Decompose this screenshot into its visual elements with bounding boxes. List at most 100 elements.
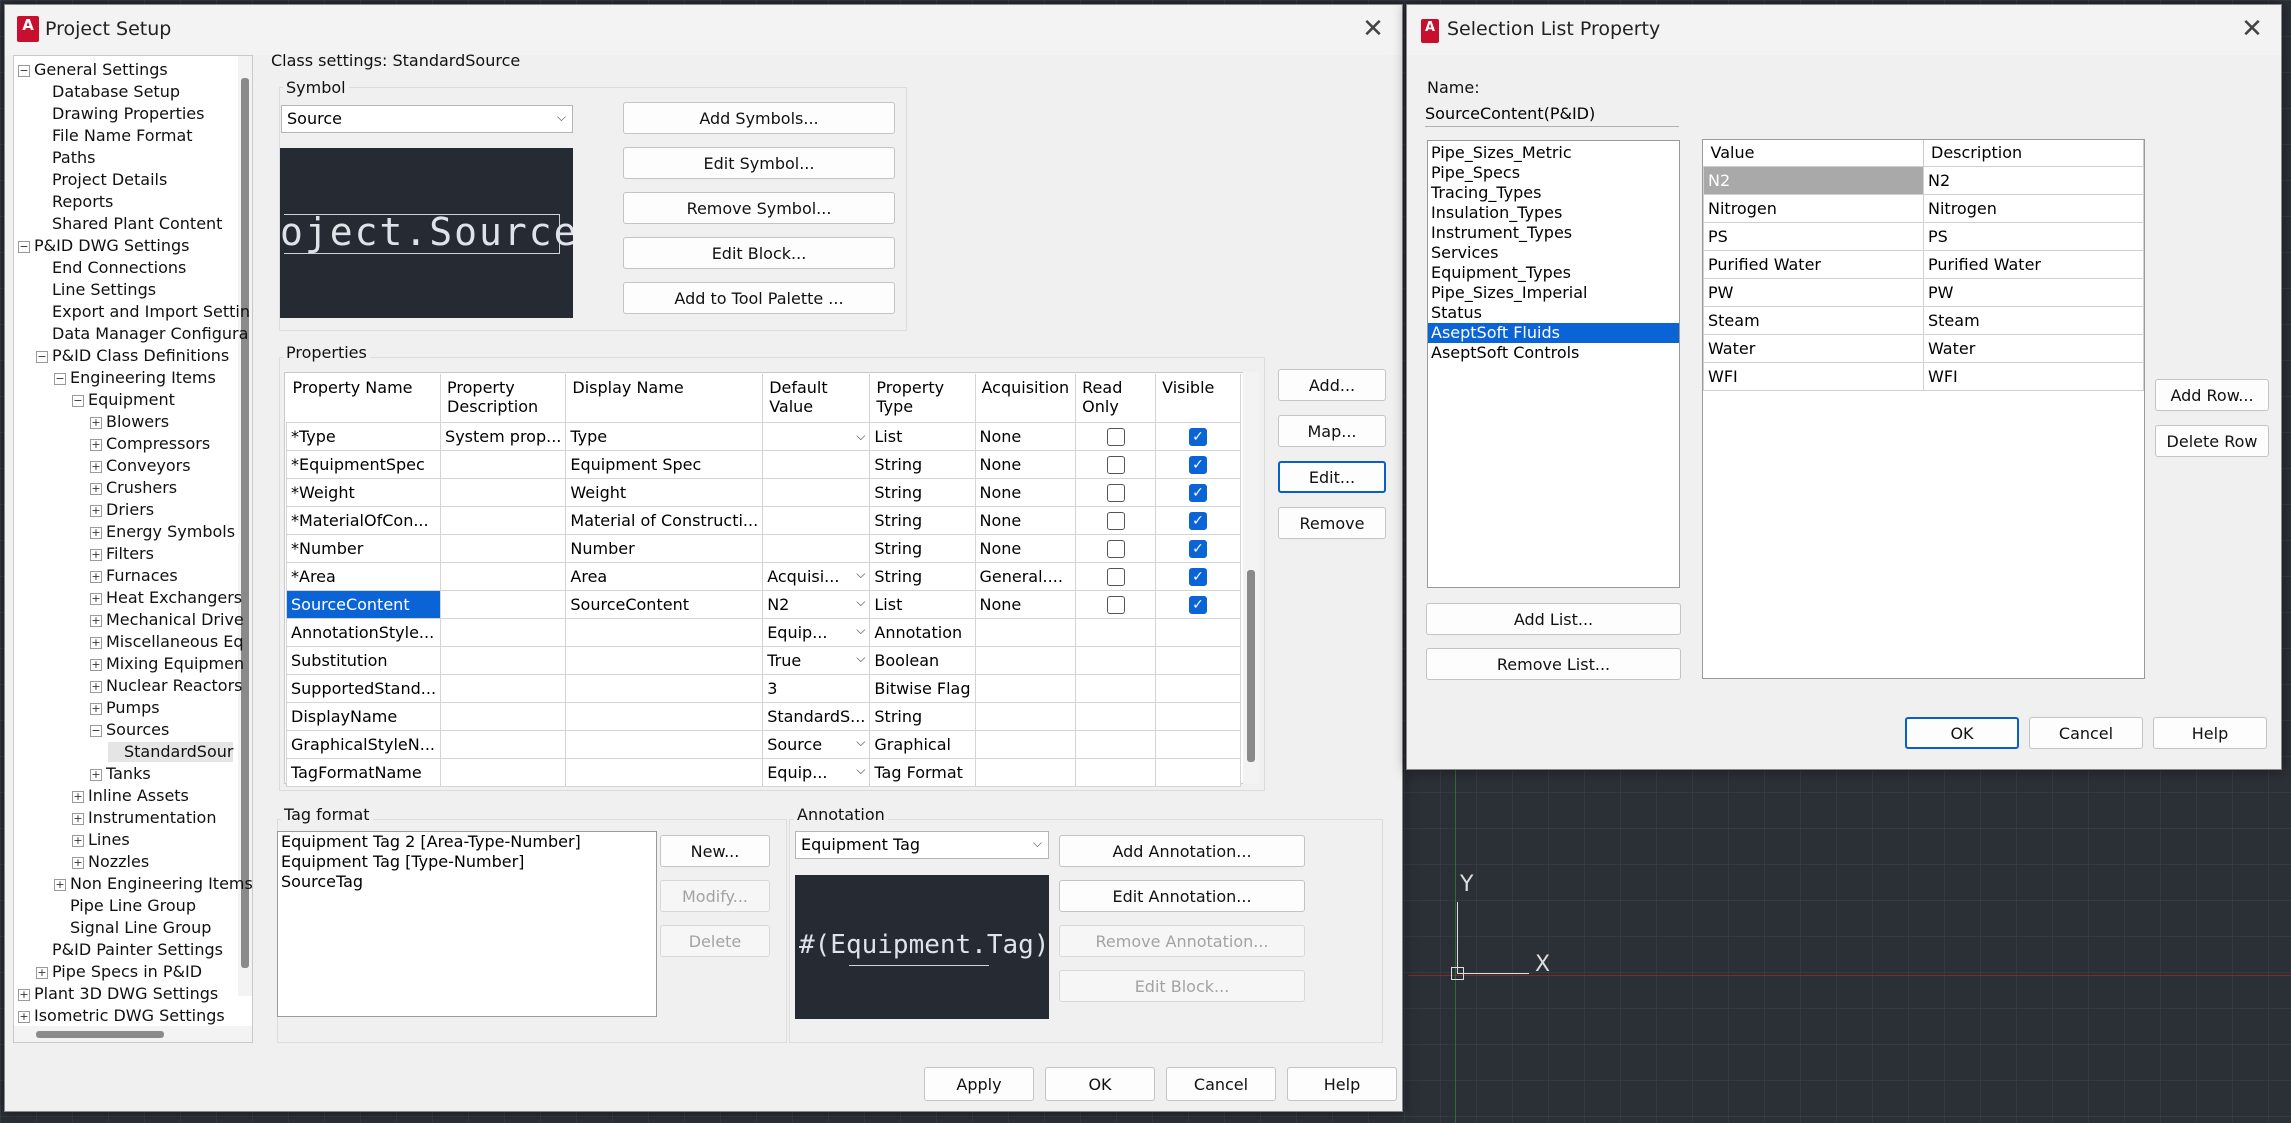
tree-item-shared-plant-content[interactable]: Shared Plant Content [36, 214, 222, 234]
expand-icon[interactable]: + [90, 483, 102, 495]
tree-item-database-setup[interactable]: Database Setup [36, 82, 180, 102]
read-only-checkbox[interactable] [1106, 483, 1125, 502]
settings-tree[interactable]: − General Settings Database Setup Drawing P… [13, 55, 253, 1043]
list-item-services[interactable]: Services [1428, 243, 1679, 263]
cell-default-value[interactable]: Source ⌵ [762, 729, 871, 759]
cell-visible[interactable] [1155, 645, 1241, 675]
cell-property-type[interactable]: String [869, 477, 976, 507]
cell-description[interactable] [440, 533, 567, 563]
table-row[interactable]: Purified Water Purified Water [1703, 249, 2144, 279]
tree-item-p-id-dwg-settings[interactable]: − P&ID DWG Settings [18, 236, 190, 256]
cell-visible[interactable] [1155, 729, 1241, 759]
chevron-down-icon[interactable]: ⌵ [856, 623, 865, 638]
tree-item-export-and-import-settin[interactable]: Export and Import Settin [36, 302, 250, 322]
visible-checkbox[interactable]: ✓ [1189, 511, 1208, 530]
cell-property-name[interactable]: *Area [285, 561, 442, 591]
table-row[interactable]: *Number Number String None ✓ [285, 533, 1241, 563]
cell-default-value[interactable]: Equip... ⌵ [762, 617, 871, 647]
tree-item-paths[interactable]: Paths [36, 148, 95, 168]
cell-read-only[interactable] [1075, 533, 1157, 563]
expand-icon[interactable]: + [90, 527, 102, 539]
add-button[interactable]: Add... [1278, 369, 1386, 401]
cell-visible[interactable]: ✓ [1155, 533, 1241, 563]
cell-description[interactable]: N2 [1923, 165, 2144, 195]
map-button[interactable]: Map... [1278, 415, 1386, 447]
cell-value[interactable]: WFI [1703, 361, 1924, 391]
cell-acquisition[interactable]: None [974, 477, 1077, 507]
read-only-checkbox[interactable] [1106, 567, 1125, 586]
expand-icon[interactable]: + [72, 835, 84, 847]
tree-item-pumps[interactable]: + Pumps [90, 698, 160, 718]
cell-property-type[interactable]: Tag Format [869, 757, 976, 787]
expand-icon[interactable]: + [90, 637, 102, 649]
table-row[interactable]: SupportedStand... 3 Bitwise Flag [285, 673, 1241, 703]
cell-property-name[interactable]: SupportedStand... [285, 673, 442, 703]
cell-description[interactable] [440, 589, 567, 619]
cell-visible[interactable]: ✓ [1155, 505, 1241, 535]
cell-default-value[interactable]: True ⌵ [762, 645, 871, 675]
add-symbols-button[interactable]: Add Symbols... [623, 102, 895, 134]
tree-item-end-connections[interactable]: End Connections [36, 258, 186, 278]
cell-description[interactable] [440, 505, 567, 535]
cell-default-value[interactable]: 3 [762, 673, 871, 703]
annotation-dropdown[interactable]: Equipment Tag ⌵ [795, 831, 1049, 859]
cell-visible[interactable] [1155, 757, 1241, 787]
tree-item-instrumentation[interactable]: + Instrumentation [72, 808, 216, 828]
cell-visible[interactable]: ✓ [1155, 449, 1241, 479]
cell-read-only[interactable] [1075, 701, 1157, 731]
help-button[interactable]: Help [2153, 717, 2267, 749]
cell-description[interactable]: Purified Water [1923, 249, 2144, 279]
cell-property-name[interactable]: *EquipmentSpec [285, 449, 442, 479]
cell-value[interactable]: PW [1703, 277, 1924, 307]
cell-display-name[interactable] [565, 617, 764, 647]
tree-item-furnaces[interactable]: + Furnaces [90, 566, 178, 586]
remove-annotation-button[interactable]: Remove Annotation... [1059, 925, 1305, 957]
table-row[interactable]: *Area Area Acquisi... ⌵ String General.... ✓ [285, 561, 1241, 591]
table-row[interactable]: N2 N2 [1703, 165, 2144, 195]
edit-symbol-button[interactable]: Edit Symbol... [623, 147, 895, 179]
cell-property-type[interactable]: String [869, 505, 976, 535]
cell-visible[interactable]: ✓ [1155, 589, 1241, 619]
tree-item-pipe-specs-in-p-id[interactable]: + Pipe Specs in P&ID [36, 962, 202, 982]
tree-item-reports[interactable]: Reports [36, 192, 113, 212]
cell-visible[interactable]: ✓ [1155, 421, 1241, 451]
visible-checkbox[interactable]: ✓ [1189, 539, 1208, 558]
table-row[interactable]: AnnotationStyle... Equip... ⌵ Annotation [285, 617, 1241, 647]
expand-icon[interactable]: + [90, 659, 102, 671]
cell-property-name[interactable]: DisplayName [285, 701, 442, 731]
expand-icon[interactable]: + [72, 791, 84, 803]
expand-icon[interactable]: + [90, 769, 102, 781]
cell-display-name[interactable] [565, 729, 764, 759]
tree-item-tanks[interactable]: + Tanks [90, 764, 151, 784]
cell-acquisition[interactable] [974, 701, 1077, 731]
list-item-tracing-types[interactable]: Tracing_Types [1428, 183, 1679, 203]
cell-display-name[interactable]: Number [565, 533, 764, 563]
collapse-icon[interactable]: − [90, 725, 102, 737]
cell-default-value[interactable]: N2 ⌵ [762, 589, 871, 619]
tag-format-list[interactable]: Equipment Tag 2 [Area-Type-Number] Equipm… [277, 831, 657, 1017]
tree-item-general-settings[interactable]: − General Settings [18, 60, 168, 80]
selection-lists[interactable]: Pipe_Sizes_Metric Pipe_Specs Tracing_Types… [1427, 140, 1680, 588]
tree-item-signal-line-group[interactable]: Signal Line Group [54, 918, 211, 938]
cell-acquisition[interactable] [974, 757, 1077, 787]
cell-default-value[interactable] [762, 533, 871, 563]
list-item-pipe-sizes-metric[interactable]: Pipe_Sizes_Metric [1428, 143, 1679, 163]
tree-item-p-id-painter-settings[interactable]: P&ID Painter Settings [36, 940, 223, 960]
cell-description[interactable] [440, 617, 567, 647]
tree-item-nuclear-reactors[interactable]: + Nuclear Reactors [90, 676, 242, 696]
cell-value[interactable]: Purified Water [1703, 249, 1924, 279]
cell-display-name[interactable] [565, 645, 764, 675]
expand-icon[interactable]: + [72, 857, 84, 869]
tree-item-project-details[interactable]: Project Details [36, 170, 167, 190]
tree-item-crushers[interactable]: + Crushers [90, 478, 177, 498]
tree-item-non-engineering-items[interactable]: + Non Engineering Items [54, 874, 252, 894]
cell-description[interactable] [440, 757, 567, 787]
cell-description[interactable]: Steam [1923, 305, 2144, 335]
tree-item-file-name-format[interactable]: File Name Format [36, 126, 193, 146]
list-item-aseptsoft-controls[interactable]: AseptSoft Controls [1428, 343, 1679, 363]
cell-read-only[interactable] [1075, 645, 1157, 675]
cell-display-name[interactable] [565, 673, 764, 703]
visible-checkbox[interactable]: ✓ [1189, 427, 1208, 446]
cell-description[interactable] [440, 673, 567, 703]
collapse-icon[interactable]: − [18, 65, 30, 77]
